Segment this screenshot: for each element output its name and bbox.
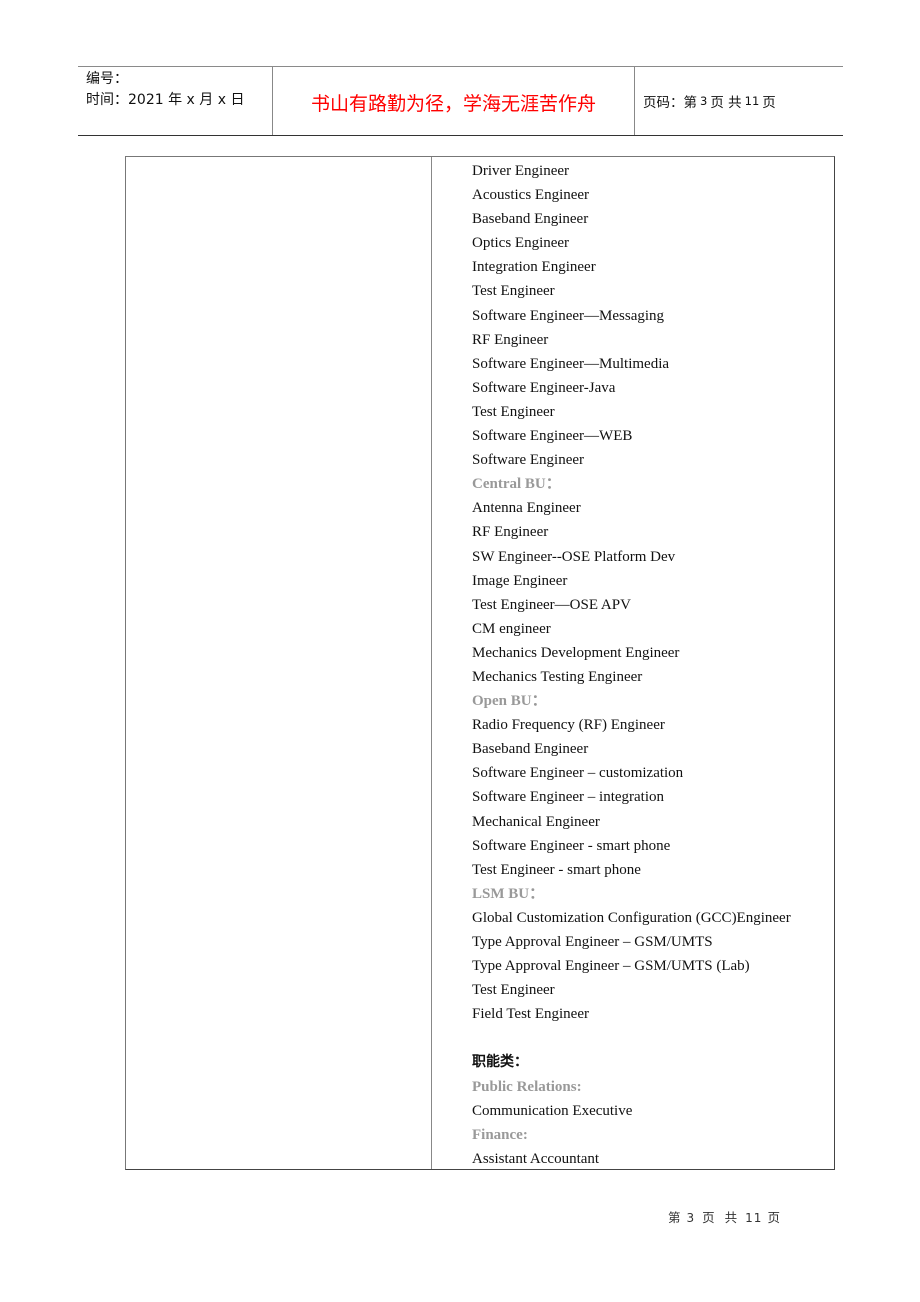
position-item: Software Engineer-Java — [472, 379, 616, 396]
footer-current-page: 3 — [686, 1211, 696, 1225]
position-item: Baseband Engineer — [472, 211, 589, 228]
position-item: Test Engineer — [472, 283, 555, 300]
footer-page-word: 页 — [702, 1210, 716, 1225]
section-label: LSM BU： — [472, 885, 545, 902]
position-item: RF Engineer — [472, 331, 549, 348]
position-item: Test Engineer — [472, 403, 555, 420]
position-item: Software Engineer - smart phone — [472, 837, 671, 854]
header-motto: 书山有路勤为径，学海无涯苦作舟 — [273, 67, 635, 135]
page-header: 编号： 时间：2021 年 x 月 x 日 书山有路勤为径，学海无涯苦作舟 页码… — [78, 66, 843, 136]
document-date-label: 时间：2021 年 x 月 x 日 — [86, 92, 245, 108]
position-item: Integration Engineer — [472, 259, 596, 276]
positions-table: Driver Engineer Acoustics Engineer Baseban… — [125, 156, 835, 1170]
position-item: Acoustics Engineer — [472, 187, 590, 204]
position-item: Antenna Engineer — [472, 500, 581, 517]
page-total: 11 — [744, 94, 760, 108]
footer-total-word: 共 — [724, 1210, 739, 1225]
page-footer: 第3页 共 11 页 — [668, 1207, 781, 1226]
position-item: RF Engineer — [472, 524, 549, 541]
position-item: Communication Executive — [472, 1102, 633, 1119]
section-label: Public Relations: — [472, 1078, 582, 1095]
position-item: Driver Engineer — [472, 163, 570, 179]
position-item: CM engineer — [472, 620, 551, 637]
position-item: Software Engineer — [472, 452, 585, 469]
position-item: Mechanical Engineer — [472, 813, 600, 830]
position-item: Test Engineer — [472, 982, 555, 999]
category-heading: 职能类： — [472, 1054, 528, 1071]
table-right-cell: Driver Engineer Acoustics Engineer Baseban… — [432, 157, 834, 1169]
position-item: Field Test Engineer — [472, 1006, 589, 1023]
position-item: Software Engineer—Messaging — [472, 307, 665, 324]
page-suffix: 页 — [762, 95, 776, 111]
page-mid: 页 共 — [710, 95, 742, 111]
section-label: Central BU： — [472, 476, 561, 493]
header-page-indicator: 页码：第 3 页 共 11 页 — [635, 67, 843, 135]
position-item: Test Engineer - smart phone — [472, 861, 641, 878]
position-item: Software Engineer—WEB — [472, 428, 633, 445]
position-item: Mechanics Development Engineer — [472, 644, 680, 661]
position-item: Software Engineer – integration — [472, 789, 665, 806]
page-prefix: 页码：第 — [643, 95, 697, 111]
position-item: Mechanics Testing Engineer — [472, 668, 643, 685]
section-label: Open BU： — [472, 693, 547, 710]
position-item: Test Engineer—OSE APV — [472, 596, 631, 613]
document-number-label: 编号： — [86, 71, 128, 87]
position-item: Global Customization Configuration (GCC)… — [472, 909, 791, 926]
section-label: Finance: — [472, 1126, 528, 1143]
position-item: Software Engineer – customization — [472, 765, 684, 782]
position-item: Type Approval Engineer – GSM/UMTS (Lab) — [472, 958, 750, 975]
footer-suffix: 页 — [767, 1210, 781, 1225]
page-current: 3 — [700, 94, 708, 108]
footer-prefix: 第 — [668, 1210, 682, 1225]
position-item: Software Engineer—Multimedia — [472, 355, 670, 372]
header-info-cell: 编号： 时间：2021 年 x 月 x 日 — [78, 67, 273, 135]
position-item: Image Engineer — [472, 572, 568, 589]
position-item: Type Approval Engineer – GSM/UMTS — [472, 934, 713, 950]
position-item: Radio Frequency (RF) Engineer — [472, 717, 665, 734]
table-left-cell — [126, 157, 432, 1169]
footer-total-pages: 11 — [745, 1211, 763, 1225]
position-item: Baseband Engineer — [472, 741, 589, 758]
position-item: SW Engineer--OSE Platform Dev — [472, 548, 676, 565]
position-item: Optics Engineer — [472, 235, 570, 252]
position-item: Assistant Accountant — [472, 1150, 600, 1167]
